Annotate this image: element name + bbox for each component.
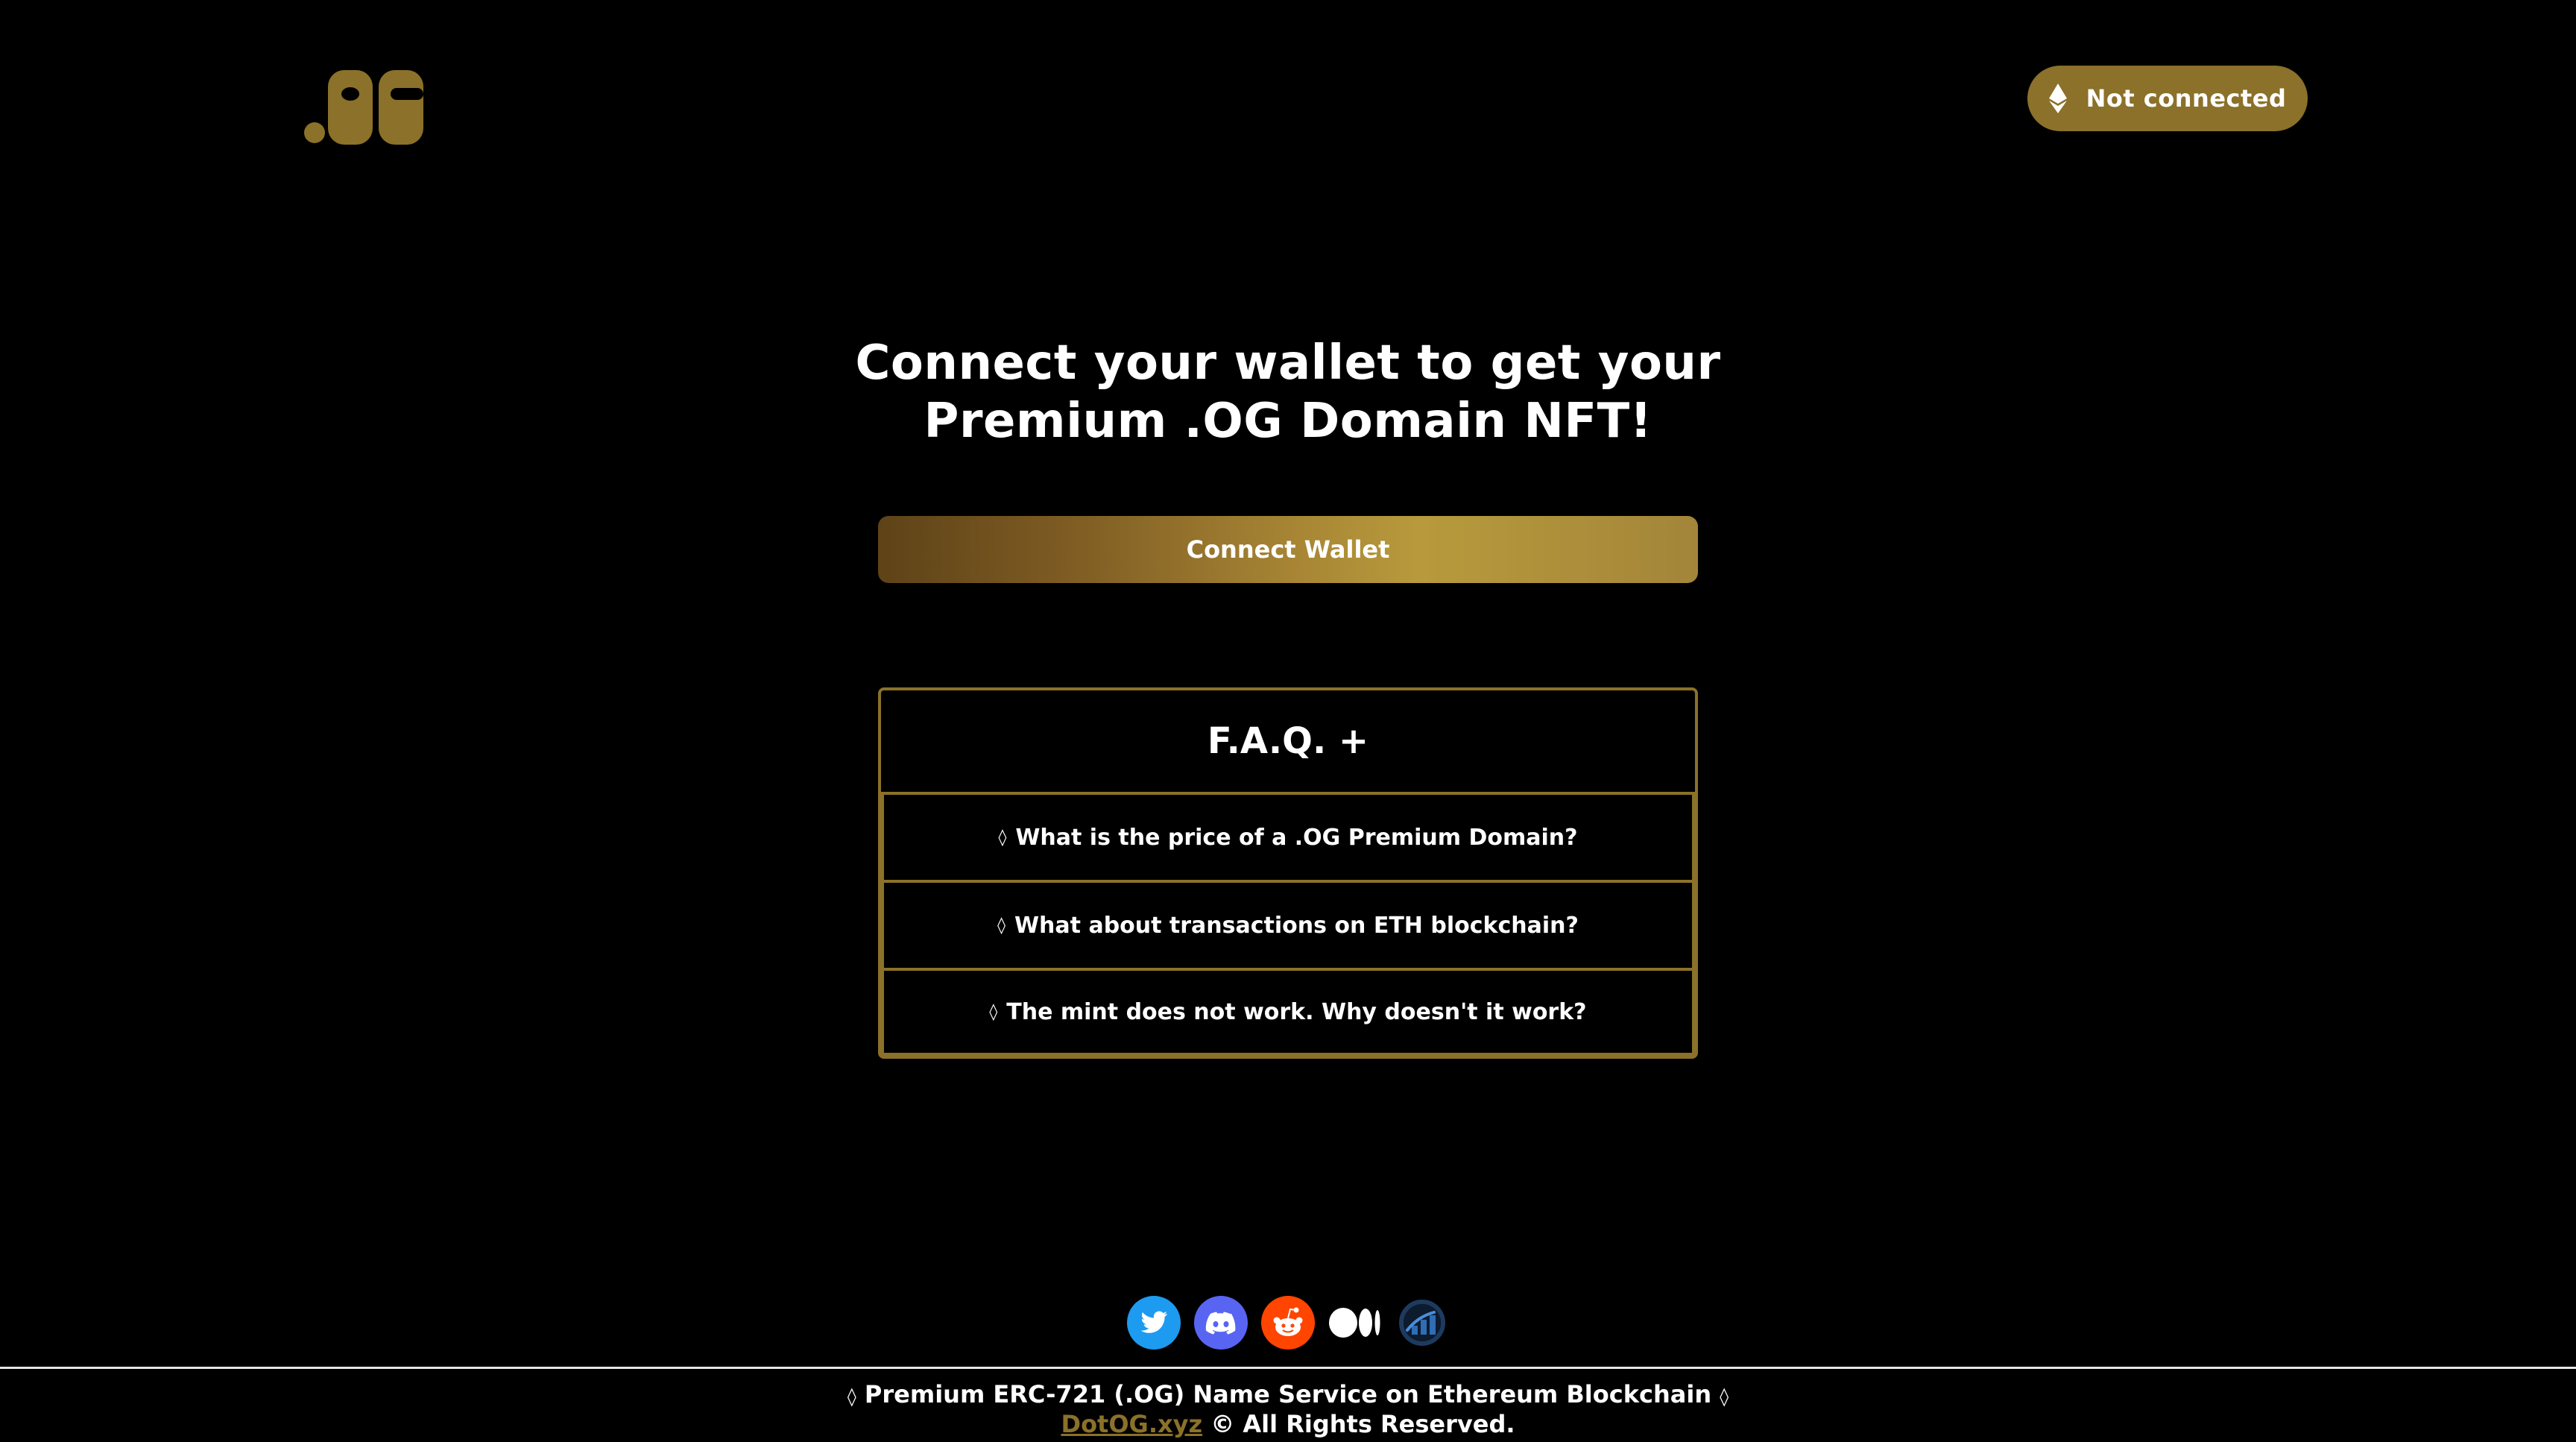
faq-item-price[interactable]: ◊ What is the price of a .OG Premium Dom…: [881, 792, 1695, 880]
footer-diamond-right: ◊: [1720, 1386, 1729, 1407]
twitter-icon[interactable]: [1127, 1296, 1181, 1350]
social-links: [1127, 1296, 1449, 1350]
faq-bullet: ◊: [989, 1002, 998, 1021]
hero-headline: Connect your wallet to get your Premium …: [0, 334, 2576, 450]
faq-question: What is the price of a .OG Premium Domai…: [1015, 824, 1578, 851]
faq-question: What about transactions on ETH blockchai…: [1014, 912, 1579, 939]
footer-tagline: ◊ Premium ERC-721 (.OG) Name Service on …: [0, 1379, 2576, 1411]
og-logo[interactable]: [304, 69, 423, 146]
connection-status-button[interactable]: Not connected: [2027, 66, 2308, 131]
faq-bullet: ◊: [997, 916, 1006, 935]
faq-toggle[interactable]: F.A.Q. +: [881, 690, 1695, 792]
headline-line-1: Connect your wallet to get your: [855, 336, 1721, 391]
connection-status-label: Not connected: [2086, 84, 2287, 113]
footer-tagline-text: Premium ERC-721 (.OG) Name Service on Et…: [864, 1380, 1712, 1408]
faq-question: The mint does not work. Why doesn't it w…: [1006, 998, 1587, 1025]
footer-rights: © All Rights Reserved.: [1210, 1410, 1515, 1438]
footer-divider: [0, 1367, 2576, 1369]
headline-line-2: Premium .OG Domain NFT!: [924, 394, 1652, 449]
medium-icon[interactable]: [1328, 1296, 1382, 1350]
ethereum-icon: [2048, 84, 2067, 113]
reddit-icon[interactable]: [1261, 1296, 1315, 1350]
page: Not connected Connect your wallet to get…: [0, 0, 2576, 1442]
discord-icon[interactable]: [1194, 1296, 1248, 1350]
connect-wallet-button[interactable]: Connect Wallet: [878, 516, 1698, 583]
faq-item-mint[interactable]: ◊ The mint does not work. Why doesn't it…: [881, 968, 1695, 1056]
footer-site-link[interactable]: DotOG.xyz: [1061, 1410, 1203, 1438]
coinmarketcap-icon[interactable]: [1395, 1296, 1449, 1350]
footer-diamond-left: ◊: [847, 1386, 856, 1407]
faq-bullet: ◊: [998, 828, 1007, 847]
footer-copyright: DotOG.xyz © All Rights Reserved.: [0, 1409, 2576, 1439]
faq-item-transactions[interactable]: ◊ What about transactions on ETH blockch…: [881, 880, 1695, 968]
faq-panel: F.A.Q. + ◊ What is the price of a .OG Pr…: [878, 687, 1698, 1059]
